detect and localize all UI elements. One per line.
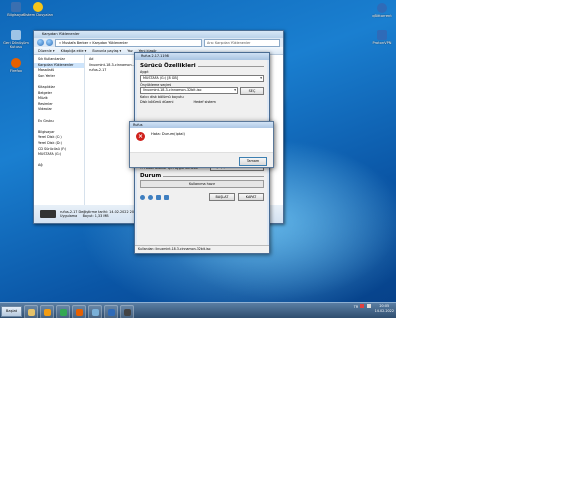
- taskbar-app[interactable]: [56, 305, 70, 318]
- sidebar-item[interactable]: Ağ: [34, 163, 84, 169]
- back-button[interactable]: [37, 39, 44, 46]
- address-bar[interactable]: « Mustafa Berber » Karşıdan Yüklenenler: [55, 38, 202, 47]
- forward-button[interactable]: [46, 39, 53, 46]
- taskbar-app[interactable]: [104, 305, 118, 318]
- desktop-icon-folder[interactable]: Sistem Dosyaları: [22, 2, 54, 17]
- firefox-icon: [11, 58, 21, 68]
- desktop-icon-label: qBittorrent: [372, 14, 392, 18]
- clock-time: 20:05: [379, 304, 390, 308]
- start-button[interactable]: Başlat: [1, 306, 22, 317]
- paint-icon: [91, 308, 99, 316]
- dialog-title: Rufus: [130, 122, 273, 128]
- status-heading: Durum: [140, 172, 264, 180]
- search-input[interactable]: Ara: Karşıdan Yüklenenler: [204, 38, 280, 47]
- status-bar: Kullanılan: linuxmint-18.3-cinnamon-32bi…: [135, 245, 269, 253]
- taskbar-app[interactable]: [24, 305, 38, 318]
- desktop-icon-label: Sistem Dosyaları: [22, 13, 54, 17]
- navigation-bar: « Mustafa Berber » Karşıdan Yüklenenler …: [34, 38, 283, 47]
- taskbar-app[interactable]: [88, 305, 102, 318]
- device-select[interactable]: MUSTAFA (G:) [8 GB]: [140, 74, 264, 82]
- window-title: Rufus 2.17.1198: [135, 53, 269, 60]
- desktop-icon-label: ProtonVPN: [372, 41, 392, 45]
- navigation-pane: Sık Kullanılanlar Karşıdan Yüklenenler Mas…: [34, 55, 85, 205]
- taskbar-app[interactable]: [40, 305, 54, 318]
- section-heading: Sürücü Özellikleri: [140, 62, 264, 70]
- error-icon: ×: [136, 132, 145, 141]
- toolbar-burn[interactable]: Yaz: [127, 49, 132, 53]
- recycle-bin-icon: [11, 30, 21, 40]
- toolbar-share[interactable]: Bununla paylaş ▾: [92, 49, 121, 53]
- dialog-message: Hata: Durum(iptal): [151, 132, 185, 136]
- close-button[interactable]: KAPAT: [238, 193, 264, 202]
- qbittorrent-icon: [377, 3, 387, 13]
- globe-icon[interactable]: [140, 194, 145, 200]
- media-player-icon: [43, 308, 51, 316]
- desktop-icon-vpn[interactable]: ProtonVPN: [366, 30, 396, 45]
- toolbar-add-library[interactable]: Kitaplığa ekle ▾: [61, 49, 87, 53]
- details-size: Boyut: 1,33 MB: [82, 214, 109, 218]
- firefox-icon: [75, 308, 83, 316]
- ok-button[interactable]: Tamam: [239, 157, 267, 166]
- desktop-icon-label: Firefox: [10, 69, 22, 73]
- taskbar: Başlat TR 20:05 14.02.2022: [0, 302, 396, 318]
- window-title: Karşıdan Yüklenenler: [34, 31, 283, 38]
- progress-bar: Kullanıma hazır: [140, 180, 264, 189]
- usb-drive-icon: [40, 210, 56, 218]
- desktop-icon-qbittorrent[interactable]: qBittorrent: [366, 3, 396, 18]
- chrome-icon: [59, 308, 67, 316]
- taskbar-app[interactable]: [120, 305, 134, 318]
- error-dialog[interactable]: Rufus × Hata: Durum(iptal) Tamam: [129, 121, 274, 168]
- desktop-icon-recycle-bin[interactable]: Geri Dönüşüm Kutusu: [0, 30, 32, 49]
- computer-icon: [11, 2, 21, 12]
- star-icon: [33, 2, 43, 12]
- toolbar-organize[interactable]: Düzenle ▾: [38, 49, 55, 53]
- language-indicator[interactable]: TR: [354, 305, 358, 309]
- vpn-icon: [377, 30, 387, 40]
- system-tray: TR 20:05 14.02.2022: [354, 304, 394, 314]
- explorer-icon: [27, 308, 35, 316]
- dialog-footer: Tamam: [130, 152, 273, 167]
- partition-scheme-label: Disk bölümü düzeni: [140, 99, 174, 104]
- desktop: Bilgisayar Sistem Dosyaları Geri Dönüşüm…: [0, 0, 396, 318]
- boot-selection-select[interactable]: linuxmint-18.3-cinnamon-32bit.iso: [140, 87, 238, 95]
- clock[interactable]: 20:05 14.02.2022: [375, 304, 394, 314]
- network-icon[interactable]: [360, 304, 365, 308]
- select-button[interactable]: SEÇ: [240, 87, 264, 96]
- desktop-icon-firefox[interactable]: Firefox: [0, 58, 32, 73]
- qbittorrent-icon: [107, 308, 115, 316]
- desktop-icon-label: Geri Dönüşüm Kutusu: [3, 41, 29, 50]
- info-icon[interactable]: [148, 194, 153, 200]
- volume-icon[interactable]: [366, 304, 371, 308]
- start-button[interactable]: BAŞLAT: [209, 193, 235, 202]
- log-icon[interactable]: [164, 194, 169, 200]
- settings-icon[interactable]: [156, 194, 161, 200]
- taskbar-app[interactable]: [72, 305, 86, 318]
- details-type: Uygulama: [60, 214, 78, 218]
- rufus-icon: [123, 308, 131, 316]
- clock-date: 14.02.2022: [374, 309, 394, 313]
- target-system-label: Hedef sistem: [193, 99, 216, 104]
